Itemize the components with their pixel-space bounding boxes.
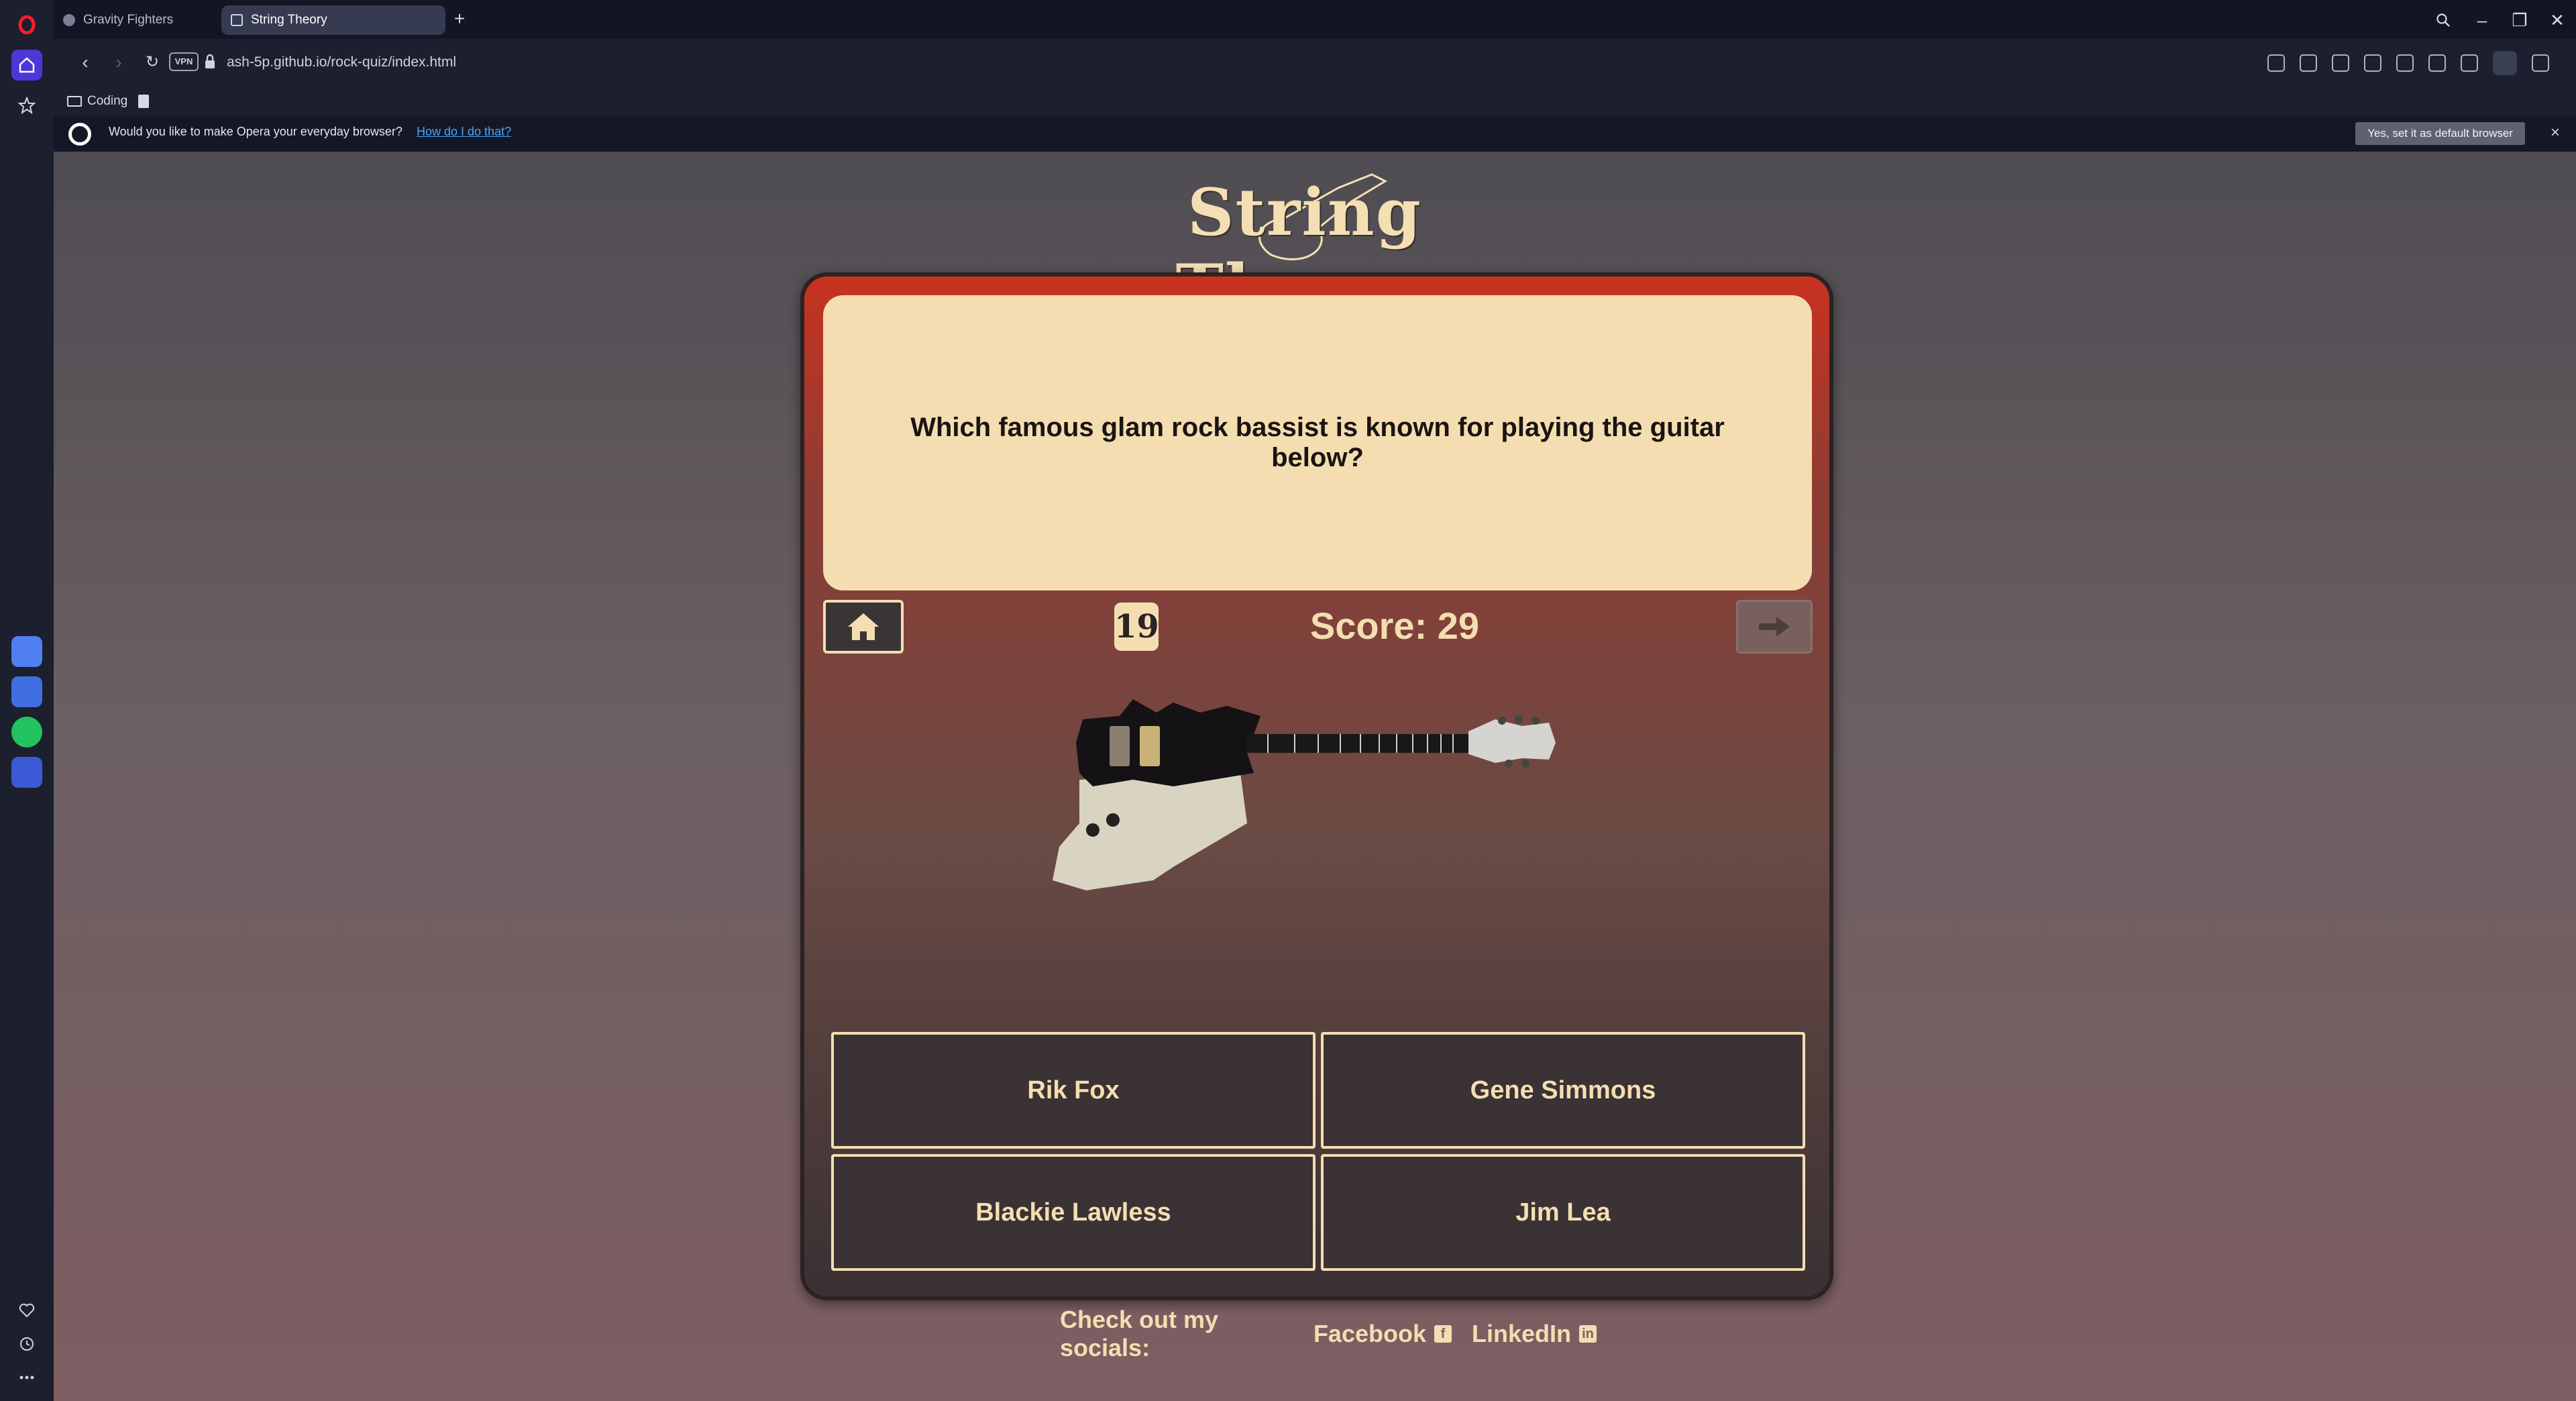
set-default-button[interactable]: Yes, set it as default browser: [2355, 122, 2525, 145]
edit-icon[interactable]: [2267, 54, 2285, 72]
home-icon: [848, 613, 879, 640]
facebook-label: Facebook: [1313, 1320, 1426, 1347]
guitar-image: [1053, 699, 1556, 890]
socials-label: Check out my socials:: [1060, 1306, 1219, 1361]
whatsapp-icon[interactable]: [11, 717, 42, 747]
question-number: 19: [1114, 603, 1159, 651]
more-options-icon[interactable]: [11, 1362, 42, 1393]
linkedin-icon: in: [1579, 1325, 1597, 1343]
forward-arrow-icon[interactable]: ›: [103, 47, 134, 78]
reload-icon[interactable]: ↻: [137, 47, 168, 78]
question-text: Which famous glam rock bassist is known …: [910, 413, 1725, 472]
vpn-badge[interactable]: VPN: [169, 52, 199, 71]
close-window-icon[interactable]: ✕: [2542, 5, 2572, 35]
page-icon: [231, 14, 243, 26]
linkedin-link[interactable]: LinkedIn in: [1472, 1320, 1597, 1348]
search-tabs-icon[interactable]: [2428, 5, 2458, 35]
tab-string-theory[interactable]: String Theory: [221, 5, 445, 35]
page-content: String Theory Which famous glam rock bas…: [54, 152, 2576, 1401]
menu-icon[interactable]: [2461, 54, 2478, 72]
aria-ai-icon[interactable]: [11, 636, 42, 667]
arrow-right-icon: [1759, 617, 1790, 637]
answer-button[interactable]: Jim Lea: [1321, 1154, 1805, 1271]
profile-avatar[interactable]: [2493, 51, 2517, 75]
answer-button[interactable]: Gene Simmons: [1321, 1032, 1805, 1149]
address-toolbar: ‹ › ↻ VPN ash-5p.github.io/rock-quiz/ind…: [54, 39, 2576, 86]
heart-icon[interactable]: [11, 1295, 42, 1326]
facebook-link[interactable]: Facebook f: [1313, 1320, 1452, 1348]
default-browser-banner: Would you like to make Opera your everyd…: [54, 115, 2576, 152]
messenger-icon[interactable]: [11, 676, 42, 707]
heart-icon[interactable]: [2396, 54, 2414, 72]
how-do-i-link[interactable]: How do I do that?: [417, 125, 511, 139]
tab-label: Gravity Fighters: [83, 13, 174, 27]
quiz-card: Which famous glam rock bassist is known …: [800, 272, 1833, 1300]
linkedin-label: LinkedIn: [1471, 1320, 1571, 1347]
bookmark-label: Coding: [87, 94, 128, 108]
document-icon: [138, 95, 149, 108]
answer-button[interactable]: Rik Fox: [831, 1032, 1316, 1149]
music-player-icon[interactable]: [11, 757, 42, 788]
question-box: Which famous glam rock bassist is known …: [823, 295, 1812, 590]
home-icon[interactable]: [11, 50, 42, 81]
tab-gravity-fighters[interactable]: Gravity Fighters: [54, 5, 221, 35]
back-arrow-icon[interactable]: ‹: [70, 47, 101, 78]
facebook-icon: f: [1434, 1325, 1452, 1343]
next-button[interactable]: [1736, 600, 1813, 654]
speed-dial-star-icon[interactable]: [11, 90, 42, 121]
globe-icon: [63, 14, 75, 26]
opera-logo-icon[interactable]: [11, 9, 42, 40]
socials-footer: Check out my socials: Facebook f LinkedI…: [1060, 1306, 1597, 1361]
url-field[interactable]: ash-5p.github.io/rock-quiz/index.html: [227, 51, 456, 74]
opera-logo-icon: [68, 123, 91, 146]
new-tab-plus-icon[interactable]: +: [449, 9, 470, 30]
bookmarks-bar: Coding: [54, 86, 2576, 115]
tab-label: String Theory: [251, 13, 327, 27]
history-clock-icon[interactable]: [11, 1329, 42, 1359]
extensions-cube-icon[interactable]: [2532, 54, 2549, 72]
site-logo: String Theory: [1117, 161, 1493, 326]
bookmark-folder-coding[interactable]: Coding: [67, 91, 127, 111]
folder-icon: [67, 96, 82, 107]
close-icon[interactable]: ×: [2551, 123, 2560, 142]
split-view-icon[interactable]: [2428, 54, 2446, 72]
lock-icon[interactable]: [204, 54, 216, 70]
toolbar-icons: [2267, 50, 2549, 76]
score-display: Score: 29: [1309, 605, 1480, 647]
bookmark-page[interactable]: [138, 91, 149, 111]
sidebar-rail: [0, 0, 54, 1401]
home-button[interactable]: [823, 600, 904, 654]
answer-button[interactable]: Blackie Lawless: [831, 1154, 1316, 1271]
tab-strip: Gravity Fighters String Theory + – ❐ ✕: [54, 0, 2576, 39]
camera-icon[interactable]: [2300, 54, 2317, 72]
play-icon[interactable]: [2364, 54, 2381, 72]
answer-grid: Rik Fox Gene Simmons Blackie Lawless Jim…: [831, 1032, 1805, 1271]
restore-icon[interactable]: ❐: [2505, 5, 2534, 35]
shield-icon[interactable]: [2332, 54, 2349, 72]
minimize-icon[interactable]: –: [2467, 5, 2497, 35]
banner-message: Would you like to make Opera your everyd…: [109, 125, 402, 138]
